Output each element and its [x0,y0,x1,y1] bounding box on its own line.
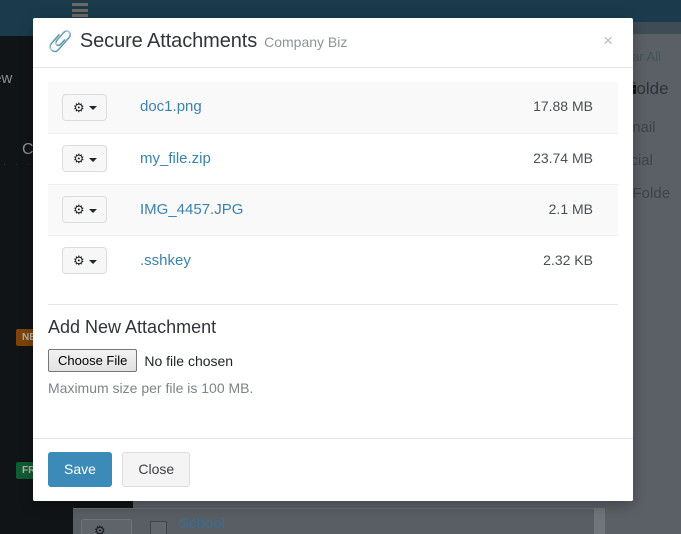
file-actions-dropdown[interactable]: ⚙ [62,94,107,121]
row-name-cell: IMG_4457.JPG [140,184,402,235]
file-link[interactable]: .sshkey [140,252,191,269]
gear-icon: ⚙ [73,254,85,267]
file-link[interactable]: my_file.zip [140,150,211,167]
app-root: eview C . . . NE FR lear All Folde mail … [0,0,681,534]
table-row: ⚙ IMG_4457.JPG 2.1 MB [48,184,618,235]
gear-icon: ⚙ [73,152,85,165]
row-size-cell: 2.1 MB [402,184,618,235]
file-link[interactable]: IMG_4457.JPG [140,201,243,218]
modal-title-group: 📎 Secure Attachments Company Biz [48,30,347,53]
file-actions-dropdown[interactable]: ⚙ [62,196,107,223]
chevron-down-icon [89,260,97,264]
modal-subtitle: Company Biz [264,34,347,50]
row-name-cell: .sshkey [140,235,402,286]
file-size: 23.74 MB [533,150,593,166]
gear-icon: ⚙ [73,101,85,114]
file-size: 2.32 KB [543,252,593,268]
selected-file-name: No file chosen [144,353,233,369]
modal-body: ⚙ doc1.png 17.88 MB [33,68,633,396]
table-row: ⚙ doc1.png 17.88 MB [48,82,618,133]
cancel-button[interactable]: Close [122,452,190,487]
file-actions-dropdown[interactable]: ⚙ [62,247,107,274]
attachments-table: ⚙ doc1.png 17.88 MB [48,82,618,286]
chevron-down-icon [89,158,97,162]
background-row-checkbox[interactable] [150,521,167,534]
choose-file-button[interactable]: Choose File [48,349,137,372]
row-size-cell: 23.74 MB [402,133,618,184]
file-upload-control[interactable]: Choose File No file chosen [48,349,618,372]
table-row: ⚙ .sshkey 2.32 KB [48,235,618,286]
background-bottom-right-fill [594,508,605,534]
background-row-school-link[interactable]: School [179,515,225,532]
chevron-down-icon [89,209,97,213]
add-attachment-title: Add New Attachment [48,317,618,338]
modal-header: 📎 Secure Attachments Company Biz × [33,18,633,68]
background-row-gear-button[interactable]: ⚙ [81,519,132,534]
row-name-cell: doc1.png [140,82,402,133]
file-size: 17.88 MB [533,98,593,114]
paperclip-icon: 📎 [48,32,73,52]
modal-footer: Save Close [33,438,633,501]
secure-attachments-modal: 📎 Secure Attachments Company Biz × ⚙ [33,18,633,501]
row-name-cell: my_file.zip [140,133,402,184]
chevron-down-icon [89,106,97,110]
file-link[interactable]: doc1.png [140,98,202,115]
background-preview-label: eview [0,70,12,87]
gear-icon: ⚙ [73,203,85,216]
file-actions-dropdown[interactable]: ⚙ [62,145,107,172]
table-row: ⚙ my_file.zip 23.74 MB [48,133,618,184]
row-actions-cell: ⚙ [48,82,140,133]
row-actions-cell: ⚙ [48,184,140,235]
row-actions-cell: ⚙ [48,235,140,286]
close-icon[interactable]: × [597,28,619,53]
row-size-cell: 17.88 MB [402,82,618,133]
add-attachment-section: Add New Attachment Choose File No file c… [48,305,618,396]
background-dots: . . . [3,156,33,168]
hamburger-icon[interactable] [72,2,88,17]
gear-icon: ⚙ [94,524,106,534]
row-size-cell: 2.32 KB [402,235,618,286]
page-title: Secure Attachments [80,30,257,53]
file-size: 2.1 MB [549,201,593,217]
row-actions-cell: ⚙ [48,133,140,184]
background-bottom-left-fill [0,508,73,534]
save-button[interactable]: Save [48,452,112,487]
max-size-note: Maximum size per file is 100 MB. [48,380,618,396]
